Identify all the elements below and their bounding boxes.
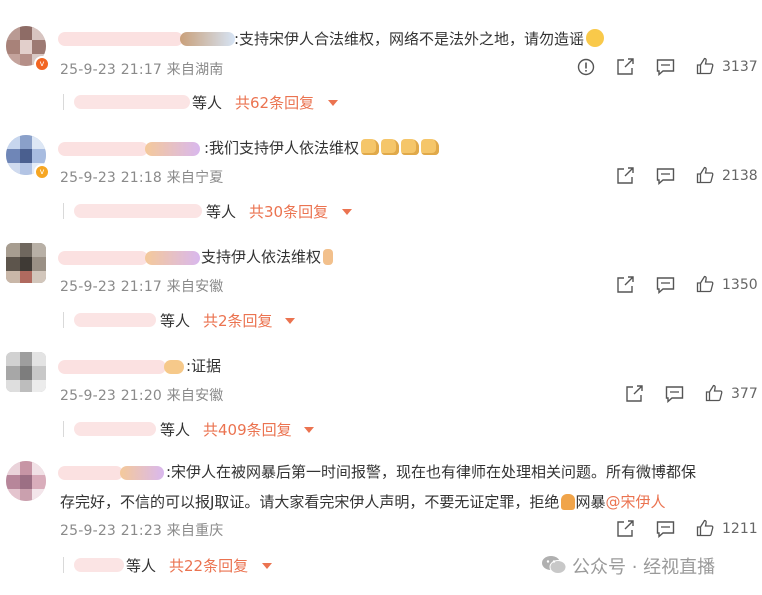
comment-meta: 25-9-23 21:17 来自湖南 — [60, 62, 224, 78]
reply-suffix: 等人 — [206, 203, 237, 221]
reply-suffix: 等人 — [160, 312, 191, 330]
user-tag — [164, 360, 184, 374]
reply-suffix: 等人 — [126, 557, 157, 575]
share-icon[interactable] — [625, 385, 644, 403]
like-count: 2138 — [722, 168, 758, 184]
avatar[interactable] — [6, 461, 46, 501]
caret-down-icon[interactable] — [285, 318, 295, 324]
reply-count-link[interactable]: 共22条回复 — [169, 555, 248, 576]
like-icon[interactable] — [696, 275, 714, 293]
comment-icon[interactable] — [656, 520, 675, 538]
comment-icon[interactable] — [665, 385, 684, 403]
like-count: 1350 — [722, 277, 758, 293]
like-icon[interactable] — [696, 166, 714, 184]
watermark-text: 公众号 · 经视直播 — [572, 557, 716, 578]
user-tag — [120, 466, 164, 480]
like-icon[interactable] — [705, 384, 723, 402]
verified-badge-icon: v — [34, 164, 50, 180]
wechat-logo-icon — [542, 556, 567, 574]
reply-usernames[interactable] — [74, 558, 124, 572]
share-icon[interactable] — [616, 520, 635, 538]
comment-text: :我们支持伊人依法维权 — [204, 135, 440, 161]
comment-icon[interactable] — [656, 167, 675, 185]
user-tag — [180, 32, 235, 46]
reply-usernames[interactable] — [74, 95, 190, 109]
reply-suffix: 等人 — [192, 94, 223, 112]
reply-count-link[interactable]: 共2条回复 — [203, 310, 273, 331]
user-tag — [145, 142, 200, 156]
caret-down-icon[interactable] — [342, 209, 352, 215]
person-gesturing-no-emoji-icon — [561, 494, 576, 510]
share-icon[interactable] — [616, 58, 635, 76]
like-icon[interactable] — [696, 519, 714, 537]
thumbs-up-emoji-icon — [381, 139, 400, 155]
like-icon[interactable] — [696, 57, 714, 75]
reply-count-link[interactable]: 共409条回复 — [203, 419, 292, 440]
comment-text: 支持伊人依法维权 — [201, 244, 334, 270]
comment-text-line2: 存完好，不信的可以报J取证。请大家看完宋伊人声明，不要无证定罪，拒绝 网暴@宋伊人 — [60, 493, 666, 511]
thumbs-up-emoji-icon — [361, 139, 380, 155]
reply-divider — [63, 203, 64, 219]
blushing-face-emoji-icon — [586, 29, 605, 47]
caret-down-icon[interactable] — [262, 563, 272, 569]
share-icon[interactable] — [616, 276, 635, 294]
username[interactable] — [58, 32, 183, 46]
comment-text: :证据 — [186, 357, 222, 375]
reply-divider — [63, 312, 64, 328]
comment-meta: 25-9-23 21:23 来自重庆 — [60, 523, 224, 539]
reply-usernames[interactable] — [74, 422, 156, 436]
username[interactable] — [58, 360, 166, 374]
user-tag — [145, 251, 200, 265]
username[interactable] — [58, 142, 148, 156]
comment-meta: 25-9-23 21:20 来自安徽 — [60, 388, 224, 404]
comment-text: :支持宋伊人合法维权，网络不是法外之地，请勿造谣 — [234, 26, 605, 52]
mention-link[interactable]: @宋伊人 — [605, 493, 665, 511]
like-count: 1211 — [722, 521, 758, 537]
caret-down-icon[interactable] — [304, 427, 314, 433]
reply-usernames[interactable] — [74, 204, 202, 218]
comment-meta: 25-9-23 21:18 来自宁夏 — [60, 170, 224, 186]
comment-meta: 25-9-23 21:17 来自安徽 — [60, 279, 224, 295]
share-icon[interactable] — [616, 167, 635, 185]
username[interactable] — [58, 466, 123, 480]
reply-usernames[interactable] — [74, 313, 156, 327]
comment-text-line1: :宋伊人在被网暴后第一时间报警，现在也有律师在处理相关问题。所有微博都保 — [166, 463, 697, 481]
like-count: 3137 — [722, 59, 758, 75]
avatar[interactable] — [6, 243, 46, 283]
thumbs-up-emoji-icon — [401, 139, 420, 155]
username[interactable] — [58, 251, 148, 265]
reply-divider — [63, 557, 64, 573]
reply-suffix: 等人 — [160, 421, 191, 439]
comment-icon[interactable] — [656, 276, 675, 294]
fingers-crossed-emoji-icon — [323, 249, 334, 265]
verified-badge-icon: v — [34, 56, 50, 72]
avatar[interactable] — [6, 352, 46, 392]
report-icon[interactable] — [577, 58, 595, 76]
reply-divider — [63, 94, 64, 110]
caret-down-icon[interactable] — [328, 100, 338, 106]
reply-divider — [63, 421, 64, 437]
thumbs-up-emoji-icon — [421, 139, 440, 155]
reply-count-link[interactable]: 共62条回复 — [235, 92, 314, 113]
like-count: 377 — [731, 386, 758, 402]
reply-count-link[interactable]: 共30条回复 — [249, 201, 328, 222]
comment-icon[interactable] — [656, 58, 675, 76]
